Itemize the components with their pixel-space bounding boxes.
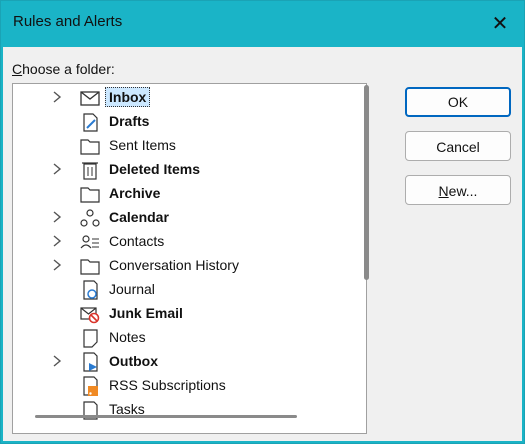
folder-item[interactable]: Contacts xyxy=(13,230,353,254)
folder-item[interactable]: Conversation History xyxy=(13,254,353,278)
trash-icon xyxy=(79,159,101,181)
title-bar: Rules and Alerts ✕ xyxy=(1,1,524,47)
horizontal-scrollbar[interactable] xyxy=(35,415,297,418)
chevron-right-icon[interactable] xyxy=(51,233,65,249)
folder-item[interactable]: Journal xyxy=(13,278,353,302)
folder-label: Archive xyxy=(109,185,161,201)
close-icon[interactable]: ✕ xyxy=(484,8,516,40)
folder-label: Sent Items xyxy=(109,137,176,153)
choose-folder-text: hoose a folder: xyxy=(22,61,115,77)
ok-button[interactable]: OK xyxy=(405,87,511,117)
folder-item[interactable]: RSS Subscriptions xyxy=(13,374,353,398)
folder-label: Calendar xyxy=(109,209,169,225)
drafts-icon xyxy=(79,111,101,133)
contacts-icon xyxy=(79,231,101,253)
folder-item[interactable]: Drafts xyxy=(13,110,353,134)
calendar-share-icon xyxy=(79,207,101,229)
outbox-icon xyxy=(79,351,101,373)
folder-label: Junk Email xyxy=(109,305,183,321)
folder-item[interactable]: Outbox xyxy=(13,350,353,374)
folder-item[interactable]: Notes xyxy=(13,326,353,350)
folder-label: Notes xyxy=(109,329,146,345)
dialog-title: Rules and Alerts xyxy=(13,13,123,30)
envelope-icon xyxy=(79,87,101,109)
folder-label: Contacts xyxy=(109,233,165,249)
archive-icon xyxy=(79,183,101,205)
folder-item[interactable]: Sent Items xyxy=(13,134,353,158)
folder-label: Conversation History xyxy=(109,257,239,273)
choose-folder-accesskey: C xyxy=(12,61,23,77)
folder-label: Inbox xyxy=(105,87,151,107)
folder-label: Journal xyxy=(109,281,155,297)
rules-and-alerts-dialog: Rules and Alerts ✕ Choose a folder: Inbo… xyxy=(0,0,525,444)
folder-icon xyxy=(79,135,101,157)
chevron-right-icon[interactable] xyxy=(51,89,65,105)
folder-item[interactable]: Archive xyxy=(13,182,353,206)
journal-icon xyxy=(79,279,101,301)
chevron-right-icon[interactable] xyxy=(51,161,65,177)
chevron-right-icon[interactable] xyxy=(51,353,65,369)
vertical-scrollbar[interactable] xyxy=(364,85,369,280)
folder-item[interactable]: Deleted Items xyxy=(13,158,353,182)
new-button[interactable]: New... xyxy=(405,175,511,205)
new-accesskey: N xyxy=(438,183,449,199)
folder-item[interactable]: Tasks xyxy=(13,398,353,422)
folder-item[interactable]: Inbox xyxy=(13,86,353,110)
folder-item[interactable]: Calendar xyxy=(13,206,353,230)
folder-icon xyxy=(79,255,101,277)
folder-item[interactable]: Junk Email xyxy=(13,302,353,326)
folder-label: Deleted Items xyxy=(109,161,201,177)
choose-folder-label: Choose a folder: xyxy=(12,61,115,77)
folder-label: RSS Subscriptions xyxy=(109,377,226,393)
junk-email-icon xyxy=(79,303,101,325)
folder-label: Drafts xyxy=(109,113,150,129)
chevron-right-icon[interactable] xyxy=(51,209,65,225)
chevron-right-icon[interactable] xyxy=(51,257,65,273)
folder-tree[interactable]: Inbox Drafts Sent Items Deleted Items Archiv… xyxy=(12,83,367,434)
new-button-text: ew... xyxy=(448,183,478,199)
rss-icon xyxy=(79,375,101,397)
folder-label: Outbox xyxy=(109,353,158,369)
cancel-button[interactable]: Cancel xyxy=(405,131,511,161)
dialog-body: Choose a folder: Inbox Drafts Sent Items De… xyxy=(3,47,522,441)
notes-icon xyxy=(79,327,101,349)
